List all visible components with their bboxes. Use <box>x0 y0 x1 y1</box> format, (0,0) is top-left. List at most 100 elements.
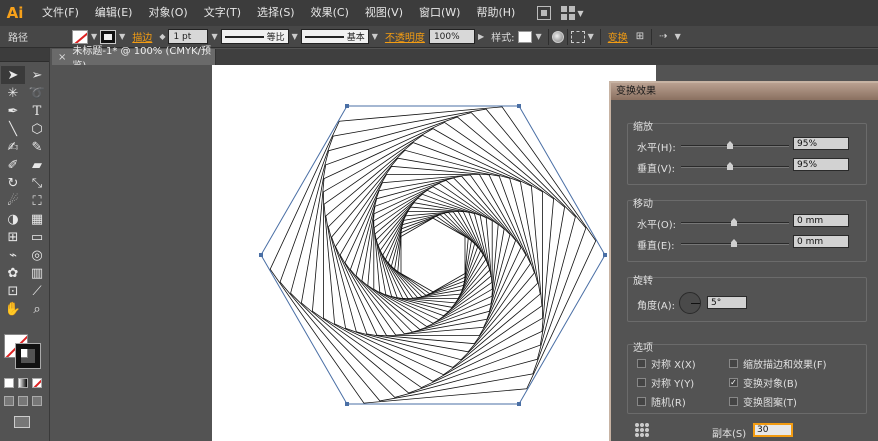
menu-select[interactable]: 选择(S) <box>249 0 303 26</box>
options-icon[interactable]: ⇢ <box>655 31 671 42</box>
brush-definition[interactable]: 基本 <box>300 29 369 44</box>
menu-view[interactable]: 视图(V) <box>357 0 411 26</box>
reference-point-icon[interactable] <box>635 423 649 437</box>
selected-hexagon-path[interactable] <box>260 105 606 405</box>
chevron-down-icon[interactable]: ▼ <box>208 32 220 41</box>
opacity-field[interactable]: 100% <box>428 29 475 44</box>
warp-icon[interactable]: ☄ <box>1 192 25 210</box>
variable-width-profile[interactable]: 等比 <box>220 29 289 44</box>
chevron-down-icon[interactable]: ▼ <box>585 32 597 41</box>
random-checkbox[interactable] <box>637 397 646 406</box>
fill-stroke-control[interactable] <box>4 334 44 369</box>
anchor-point[interactable] <box>517 104 521 108</box>
scale-strokes-option[interactable]: 缩放描边和效果(F) <box>729 356 827 371</box>
screen-mode-icon[interactable] <box>14 416 30 428</box>
chevron-down-icon[interactable]: ▼ <box>672 32 684 41</box>
none-swatch-icon[interactable] <box>32 378 42 388</box>
transform-patterns-option[interactable]: 变换图案(T) <box>729 394 797 409</box>
gradient-icon[interactable]: ▭ <box>25 228 49 246</box>
anchor-point[interactable] <box>345 402 349 406</box>
brush-icon[interactable]: ✍ <box>1 138 25 156</box>
draw-normal-icon[interactable] <box>4 396 14 406</box>
move-horizontal-field[interactable]: 0 mm <box>793 214 849 227</box>
angle-dial-icon[interactable] <box>679 292 701 314</box>
eraser-icon[interactable]: ▰ <box>25 156 49 174</box>
document-tab[interactable]: × 未标题-1* @ 100% (CMYK/预览) <box>52 46 216 72</box>
draw-behind-icon[interactable] <box>18 396 28 406</box>
symbol-sprayer-icon[interactable]: ✿ <box>1 264 25 282</box>
isolate-icon[interactable]: ⊞ <box>632 31 648 42</box>
panel-handle[interactable] <box>0 48 49 62</box>
stroke-color-icon[interactable] <box>15 343 41 369</box>
selection-tool-icon[interactable]: ➤ <box>1 66 25 84</box>
chevron-right-icon[interactable]: ▶ <box>475 32 487 41</box>
transform-patterns-checkbox[interactable] <box>729 397 738 406</box>
blob-brush-icon[interactable]: ✐ <box>1 156 25 174</box>
scale-icon[interactable]: ⤡ <box>25 174 49 192</box>
scale-horizontal-slider[interactable] <box>681 145 789 147</box>
arrange-documents-icon[interactable] <box>561 6 576 20</box>
slice-icon[interactable]: ⟋ <box>25 282 49 300</box>
type-tool-icon[interactable]: T <box>25 102 49 120</box>
reflect-x-option[interactable]: 对称 X(X) <box>637 356 696 371</box>
rotate-icon[interactable]: ↻ <box>1 174 25 192</box>
pencil-icon[interactable]: ✎ <box>25 138 49 156</box>
reflect-x-checkbox[interactable] <box>637 359 646 368</box>
chevron-down-icon[interactable]: ▼ <box>369 32 381 41</box>
scale-strokes-checkbox[interactable] <box>729 359 738 368</box>
transform-objects-option[interactable]: ✓ 变换对象(B) <box>729 375 798 390</box>
blend-icon[interactable]: ◎ <box>25 246 49 264</box>
lasso-icon[interactable]: ➰ <box>25 84 49 102</box>
chevron-down-icon[interactable]: ▼ <box>116 32 128 41</box>
scale-vertical-slider[interactable] <box>681 166 789 168</box>
menu-help[interactable]: 帮助(H) <box>468 0 523 26</box>
gradient-swatch-icon[interactable] <box>18 378 28 388</box>
menu-effect[interactable]: 效果(C) <box>303 0 357 26</box>
recolor-artwork-icon[interactable] <box>551 30 564 43</box>
direct-selection-tool-icon[interactable]: ➢ <box>25 66 49 84</box>
bridge-icon[interactable] <box>537 6 552 20</box>
chevron-down-icon[interactable]: ▼ <box>577 9 583 18</box>
spiral-hexagon-artwork[interactable] <box>212 65 656 441</box>
scale-horizontal-field[interactable]: 95% <box>793 137 849 150</box>
anchor-point[interactable] <box>345 104 349 108</box>
chevron-down-icon[interactable]: ▼ <box>289 32 301 41</box>
copies-field[interactable]: 30 <box>753 423 793 437</box>
menu-window[interactable]: 窗口(W) <box>411 0 468 26</box>
free-transform-icon[interactable]: ⛶ <box>25 192 49 210</box>
anchor-point[interactable] <box>259 253 263 257</box>
line-tool-icon[interactable]: ╲ <box>1 120 25 138</box>
zoom-icon[interactable]: ⌕ <box>25 300 49 318</box>
random-option[interactable]: 随机(R) <box>637 394 686 409</box>
artboard-icon[interactable]: ⊡ <box>1 282 25 300</box>
chevron-down-icon[interactable]: ▼ <box>532 32 544 41</box>
anchor-point[interactable] <box>517 402 521 406</box>
graphic-style-swatch[interactable] <box>518 30 533 43</box>
align-icon[interactable] <box>570 30 585 43</box>
graph-icon[interactable]: ▥ <box>25 264 49 282</box>
reflect-y-option[interactable]: 对称 Y(Y) <box>637 375 694 390</box>
reflect-y-checkbox[interactable] <box>637 378 646 387</box>
artboard[interactable] <box>212 65 656 441</box>
chevron-down-icon[interactable]: ▼ <box>88 32 100 41</box>
mesh-icon[interactable]: ⊞ <box>1 228 25 246</box>
menu-edit[interactable]: 编辑(E) <box>87 0 141 26</box>
color-icon[interactable] <box>4 378 14 388</box>
stepper-icon[interactable]: ◆ <box>156 32 168 41</box>
transform-objects-checkbox[interactable]: ✓ <box>729 378 738 387</box>
move-vertical-field[interactable]: 0 mm <box>793 235 849 248</box>
dialog-title[interactable]: 变换效果 <box>611 83 878 100</box>
eyedropper-icon[interactable]: ⌁ <box>1 246 25 264</box>
pen-tool-icon[interactable]: ✒ <box>1 102 25 120</box>
perspective-icon[interactable]: ▦ <box>25 210 49 228</box>
ellipse-tool-icon[interactable]: ⬡ <box>25 120 49 138</box>
draw-inside-icon[interactable] <box>32 396 42 406</box>
shape-builder-icon[interactable]: ◑ <box>1 210 25 228</box>
close-icon[interactable]: × <box>58 52 66 63</box>
scale-vertical-field[interactable]: 95% <box>793 158 849 171</box>
opacity-label[interactable]: 不透明度 <box>381 29 429 44</box>
hand-icon[interactable]: ✋ <box>1 300 25 318</box>
menu-file[interactable]: 文件(F) <box>34 0 87 26</box>
menu-object[interactable]: 对象(O) <box>140 0 195 26</box>
rotate-angle-field[interactable]: 5° <box>707 296 747 309</box>
